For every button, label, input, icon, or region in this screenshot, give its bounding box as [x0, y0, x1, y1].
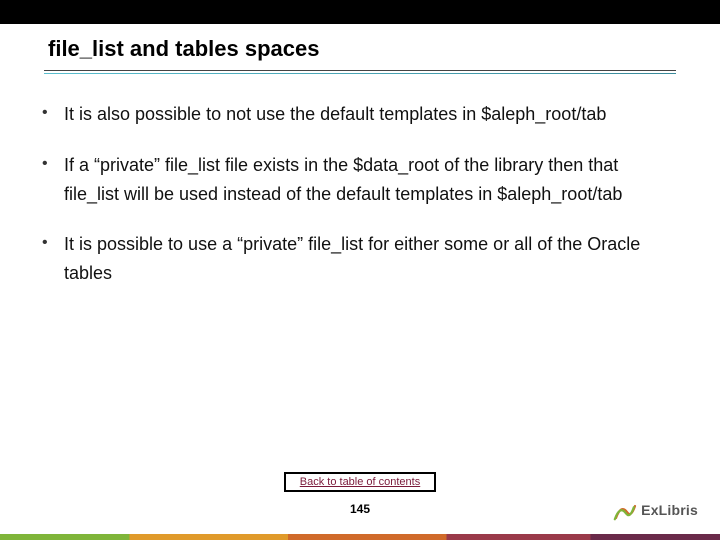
title-rule-2	[44, 73, 676, 74]
slide: file_list and tables spaces It is also p…	[0, 0, 720, 540]
toc-link[interactable]: Back to table of contents	[284, 472, 436, 492]
bullet-list: It is also possible to not use the defau…	[36, 100, 676, 288]
title-rule-1	[44, 70, 676, 71]
toc-link-container: Back to table of contents	[0, 472, 720, 492]
page-number: 145	[0, 502, 720, 516]
slide-body: It is also possible to not use the defau…	[36, 100, 676, 310]
logo-mark-icon	[613, 498, 637, 522]
top-bar	[0, 0, 720, 24]
brand-stripe	[0, 534, 720, 540]
bullet-item: It is also possible to not use the defau…	[36, 100, 676, 129]
slide-title: file_list and tables spaces	[48, 36, 319, 62]
logo-text: ExLibris	[641, 502, 698, 518]
brand-logo: ExLibris	[613, 498, 698, 522]
bullet-item: If a “private” file_list file exists in …	[36, 151, 676, 209]
bullet-item: It is possible to use a “private” file_l…	[36, 230, 676, 288]
